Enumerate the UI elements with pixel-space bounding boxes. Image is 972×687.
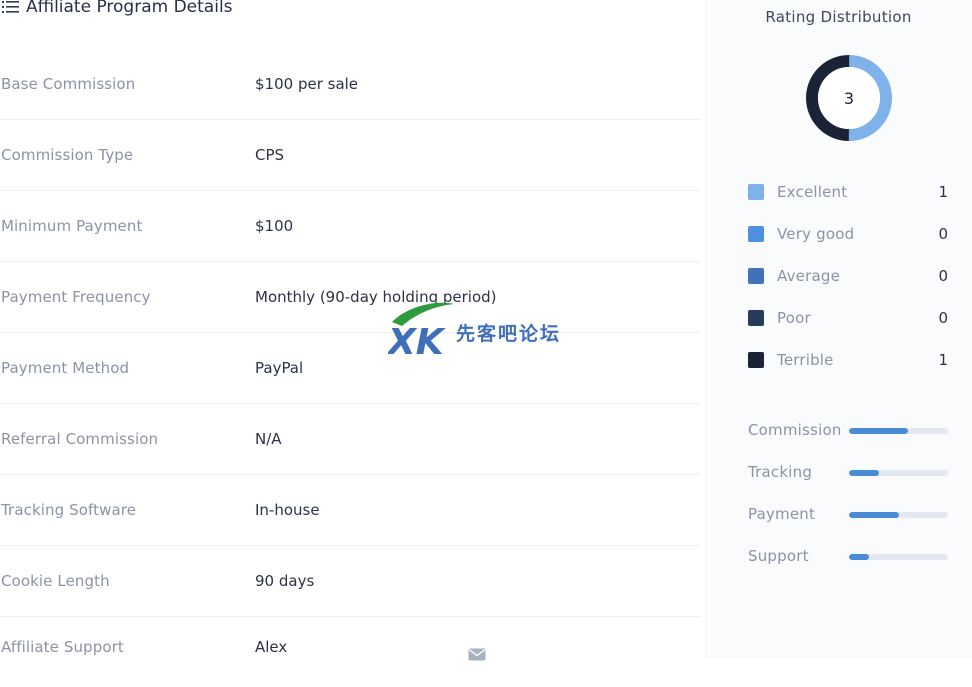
legend-count: 1 xyxy=(938,351,948,369)
legend-swatch xyxy=(748,268,764,284)
detail-row-cookie-length: Cookie Length 90 days xyxy=(0,545,700,617)
legend-average: Average 0 xyxy=(748,266,948,286)
legend-label: Average xyxy=(777,267,840,285)
legend-count: 1 xyxy=(938,183,948,201)
metric-bar-track xyxy=(849,470,948,476)
metric-tracking: Tracking xyxy=(748,463,958,483)
legend-label: Terrible xyxy=(777,351,834,369)
panel-header: Affiliate Program Details xyxy=(0,0,700,44)
detail-value: PayPal xyxy=(255,358,304,377)
rating-title: Rating Distribution xyxy=(765,8,912,26)
metric-payment: Payment xyxy=(748,505,958,525)
legend-label: Poor xyxy=(777,309,811,327)
metric-label: Commission xyxy=(748,421,842,439)
detail-row-payment-frequency: Payment Frequency Monthly (90-day holdin… xyxy=(0,261,700,333)
metric-support: Support xyxy=(748,547,958,567)
detail-label: Tracking Software xyxy=(1,500,137,519)
legend-swatch xyxy=(748,226,764,242)
watermark-text: 先客吧论坛 xyxy=(456,323,562,345)
detail-row-payment-method: Payment Method PayPal xyxy=(0,332,700,404)
legend-count: 0 xyxy=(938,267,948,285)
detail-row-base-commission: Base Commission $100 per sale xyxy=(0,48,700,120)
metric-label: Support xyxy=(748,547,809,565)
detail-value: 90 days xyxy=(255,571,315,590)
detail-label: Commission Type xyxy=(1,145,134,164)
detail-value: $100 xyxy=(255,216,294,235)
rating-panel: Rating Distribution 3 Excellent 1 Very g… xyxy=(705,0,972,658)
detail-label: Affiliate Support xyxy=(1,638,124,656)
detail-label: Cookie Length xyxy=(1,571,110,590)
metric-label: Tracking xyxy=(748,463,813,481)
legend-very-good: Very good 0 xyxy=(748,224,948,244)
legend-terrible: Terrible 1 xyxy=(748,350,948,370)
details-panel: Affiliate Program Details Base Commissio… xyxy=(0,0,700,661)
detail-value: N/A xyxy=(255,429,282,448)
detail-row-affiliate-support: Affiliate Support Alex xyxy=(0,616,700,687)
metric-commission: Commission xyxy=(748,421,958,441)
legend-swatch xyxy=(748,184,764,200)
legend-poor: Poor 0 xyxy=(748,308,948,328)
detail-label: Base Commission xyxy=(1,74,136,93)
detail-label: Payment Frequency xyxy=(1,287,151,306)
detail-row-tracking-software: Tracking Software In-house xyxy=(0,474,700,546)
watermark: XK 先客吧论坛 xyxy=(386,300,588,363)
metric-bar-track xyxy=(849,512,948,518)
watermark-logo-text: XK xyxy=(388,322,447,358)
detail-value: In-house xyxy=(255,500,320,519)
metric-bar-track xyxy=(849,428,948,434)
detail-row-minimum-payment: Minimum Payment $100 xyxy=(0,190,700,262)
detail-row-commission-type: Commission Type CPS xyxy=(0,119,700,191)
list-icon xyxy=(2,1,19,13)
watermark-logo: XK xyxy=(386,302,454,363)
rating-total: 3 xyxy=(843,88,855,108)
rating-donut: 3 xyxy=(805,54,893,142)
legend-swatch xyxy=(748,310,764,326)
metric-label: Payment xyxy=(748,505,816,523)
legend-count: 0 xyxy=(938,309,948,327)
detail-label: Referral Commission xyxy=(1,429,159,448)
legend-label: Very good xyxy=(777,225,855,243)
metric-bar-fill xyxy=(849,428,909,434)
metric-bar-fill xyxy=(849,470,879,476)
page-title: Affiliate Program Details xyxy=(26,0,233,17)
legend-label: Excellent xyxy=(777,183,848,201)
metric-bar-fill xyxy=(849,554,869,560)
detail-label: Payment Method xyxy=(1,358,130,377)
detail-label: Minimum Payment xyxy=(1,216,143,235)
metric-bar-fill xyxy=(849,512,899,518)
detail-value: Alex xyxy=(255,638,288,656)
metric-bar-track xyxy=(849,554,948,560)
detail-row-referral-commission: Referral Commission N/A xyxy=(0,403,700,475)
detail-value: CPS xyxy=(255,145,285,164)
legend-excellent: Excellent 1 xyxy=(748,182,948,202)
legend-count: 0 xyxy=(938,225,948,243)
legend-swatch xyxy=(748,352,764,368)
detail-value: $100 per sale xyxy=(255,74,359,93)
mail-icon[interactable] xyxy=(468,648,486,661)
